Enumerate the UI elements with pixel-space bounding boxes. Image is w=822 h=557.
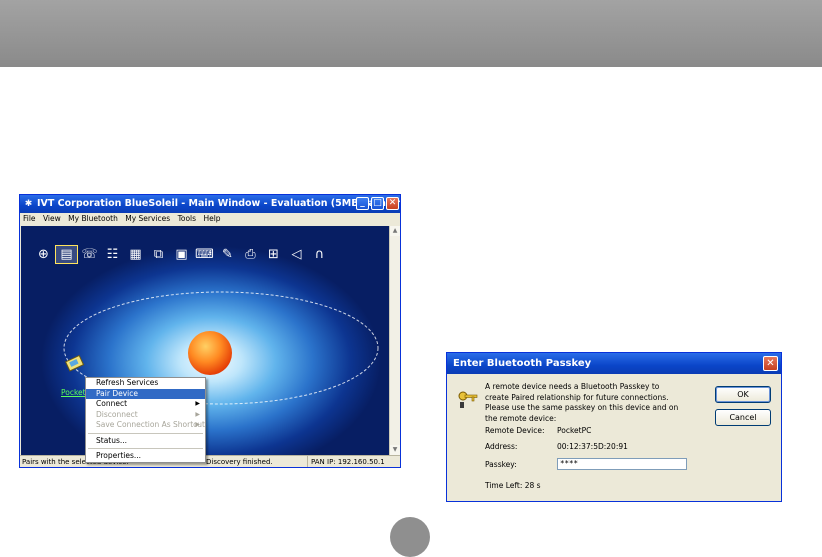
vertical-scrollbar[interactable]: ▲ ▼ — [389, 226, 400, 455]
menu-file[interactable]: File — [23, 214, 36, 223]
dialog-title-bar[interactable]: Enter Bluetooth Passkey ✕ — [447, 353, 781, 374]
fax-icon[interactable]: ⌨ — [194, 246, 215, 263]
submenu-arrow-icon: ▶ — [195, 410, 200, 418]
maximize-button[interactable]: □ — [371, 197, 384, 210]
menu-bar: File View My Bluetooth My Services Tools… — [20, 213, 400, 225]
submenu-arrow-icon: ▶ — [195, 400, 200, 407]
headset-icon[interactable]: ∩ — [309, 246, 330, 263]
file-transfer-icon[interactable]: ▦ — [125, 246, 146, 263]
menu-item-pair-device[interactable]: Pair Device — [86, 388, 205, 399]
address-label: Address: — [485, 442, 518, 451]
remote-device-value: PocketPC — [557, 426, 592, 435]
menu-item-save-shortcut: Save Connection As Shortcut ▶ — [86, 420, 205, 431]
ok-button[interactable]: OK — [715, 386, 771, 403]
pan-icon[interactable]: ⊞ — [263, 246, 284, 263]
passkey-dialog: Enter Bluetooth Passkey ✕ A remote devic… — [446, 352, 782, 502]
menu-my-services[interactable]: My Services — [125, 214, 170, 223]
menu-help[interactable]: Help — [203, 214, 220, 223]
minimize-button[interactable]: _ — [356, 197, 369, 210]
key-icon — [458, 391, 478, 408]
passkey-input[interactable]: **** — [557, 458, 687, 470]
menu-item-disconnect: Disconnect ▶ — [86, 410, 205, 421]
bluetooth-icon: ✱ — [24, 199, 33, 209]
window-title-bar[interactable]: ✱ IVT Corporation BlueSoleil - Main Wind… — [20, 195, 400, 213]
object-push-icon[interactable]: ▣ — [171, 246, 192, 263]
pocketpc-device-icon[interactable] — [65, 354, 87, 372]
menu-item-save-shortcut-label: Save Connection As Shortcut — [96, 420, 205, 429]
device-context-menu: Refresh Services Pair Device Connect ▶ Di… — [85, 377, 206, 463]
close-button[interactable]: ✕ — [386, 197, 399, 210]
menu-item-refresh-services[interactable]: Refresh Services — [86, 378, 205, 389]
menu-item-properties[interactable]: Properties... — [86, 451, 205, 462]
scroll-up-icon[interactable]: ▲ — [390, 226, 400, 236]
status-bar: Pairs with the selected device. Discover… — [20, 455, 400, 467]
menu-item-connect[interactable]: Connect ▶ — [86, 399, 205, 410]
service-icon-row: ⊕ ▤ ☏ ☷ ▦ ⧉ ▣ ⌨ ✎ ⎙ ⊞ ◁ ∩ — [33, 245, 330, 264]
menu-view[interactable]: View — [43, 214, 61, 223]
menu-item-disconnect-label: Disconnect — [96, 409, 138, 419]
dialog-message: A remote device needs a Bluetooth Passke… — [485, 382, 679, 423]
address-value: 00:12:37:5D:20:91 — [557, 442, 628, 451]
menu-tools[interactable]: Tools — [178, 214, 196, 223]
scroll-down-icon[interactable]: ▼ — [390, 445, 400, 455]
network-access-icon[interactable]: ⊕ — [33, 246, 54, 263]
printer-icon[interactable]: ⎙ — [240, 246, 261, 263]
menu-item-status[interactable]: Status... — [86, 436, 205, 447]
window-title: IVT Corporation BlueSoleil - Main Window… — [37, 198, 401, 209]
menu-separator — [88, 432, 203, 434]
hid-icon[interactable]: ✎ — [217, 246, 238, 263]
menu-separator — [88, 448, 203, 449]
time-left: Time Left: 28 s — [485, 481, 541, 490]
serial-port-icon[interactable]: ▤ — [55, 245, 78, 264]
passkey-label: Passkey: — [485, 460, 517, 469]
cancel-button[interactable]: Cancel — [715, 409, 771, 426]
status-discovery: Discovery finished. — [206, 458, 273, 466]
dialup-icon[interactable]: ☏ — [79, 246, 100, 263]
dialog-title: Enter Bluetooth Passkey — [453, 358, 592, 369]
dialog-close-button[interactable]: ✕ — [763, 356, 778, 371]
status-pan-ip: PAN IP: 192.160.50.1 — [307, 456, 385, 467]
bluesoleil-main-window: ✱ IVT Corporation BlueSoleil - Main Wind… — [19, 194, 401, 468]
local-device-sun[interactable] — [188, 331, 232, 375]
pim-sync-icon[interactable]: ⧉ — [148, 246, 169, 263]
remote-device-label: Remote Device: — [485, 426, 545, 435]
audio-icon[interactable]: ◁ — [286, 246, 307, 263]
menu-my-bluetooth[interactable]: My Bluetooth — [68, 214, 118, 223]
page-number-dot — [390, 517, 430, 557]
page-header-band — [0, 0, 822, 67]
submenu-arrow-icon: ▶ — [195, 421, 200, 428]
menu-item-connect-label: Connect — [96, 399, 128, 408]
lan-access-icon[interactable]: ☷ — [102, 246, 123, 263]
